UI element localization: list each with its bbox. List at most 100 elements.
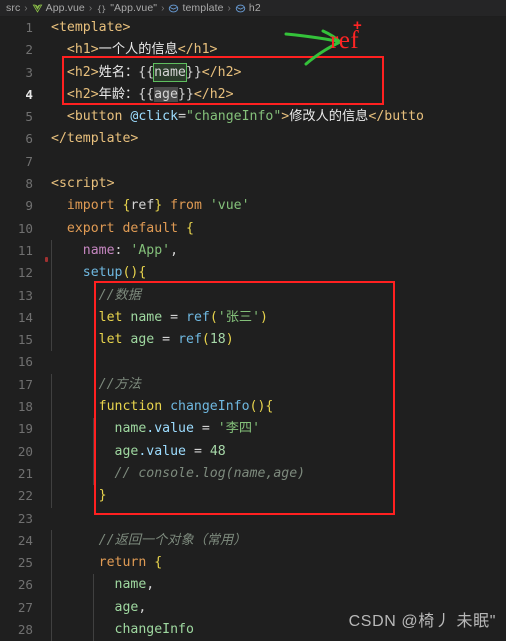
code-line-5[interactable]: 5 <button @click="changeInfo">修改人的信息</bu… — [0, 106, 506, 128]
line-number: 21 — [17, 465, 33, 481]
code-content[interactable]: <script> — [51, 173, 506, 195]
code-line-13[interactable]: 13 //数据 — [0, 284, 506, 307]
code-line-3[interactable]: 3 <h2>姓名：{{name}}</h2> — [0, 62, 506, 84]
indent-guide — [51, 529, 52, 553]
token-template-close: </template> — [51, 131, 139, 147]
code-line-24[interactable]: 24 //返回一个对象（常用） — [0, 529, 506, 553]
token-button-text: 修改人的信息 — [289, 109, 369, 125]
code-line-20[interactable]: 20 age.value = 48 — [0, 440, 506, 463]
code-line-9[interactable]: 9 import {ref} from 'vue' — [0, 195, 506, 217]
token-binding-age[interactable]: age — [154, 86, 178, 102]
code-line-4[interactable]: 4 <h2>年龄：{{age}}</h2> — [0, 84, 506, 106]
breadcrumb-separator: › — [161, 2, 165, 14]
code-line-2[interactable]: 2 <h1>一个人的信息</h1> — [0, 39, 506, 61]
token-function-kw: function — [98, 399, 163, 415]
code-content[interactable]: } — [51, 485, 506, 508]
line-number: 22 — [17, 488, 33, 504]
code-line-18[interactable]: 18 function changeInfo(){ — [0, 396, 506, 419]
breadcrumb-separator: › — [227, 2, 231, 14]
breadcrumb-item-h2[interactable]: h2 — [235, 2, 261, 14]
breadcrumb-item-appvue-symbol[interactable]: {} "App.vue" — [96, 2, 157, 14]
code-content[interactable]: //数据 — [51, 284, 506, 307]
token-label-name: 姓名： — [98, 64, 139, 80]
token-number-18: 18 — [209, 332, 226, 348]
code-content[interactable]: return { — [51, 552, 506, 575]
token-paren-close: ) — [260, 309, 268, 325]
code-line-25[interactable]: 25 return { — [0, 552, 506, 575]
line-number: 23 — [17, 510, 33, 526]
code-content[interactable]: name: 'App', — [51, 239, 506, 263]
symbol-cube-icon — [235, 3, 246, 14]
code-line-14[interactable]: 14 let name = ref('张三') — [0, 306, 506, 330]
line-number: 9 — [25, 198, 33, 214]
token-import: import — [66, 198, 115, 214]
code-content[interactable]: <template> — [51, 17, 506, 39]
code-content[interactable]: import {ref} from 'vue' — [51, 195, 506, 217]
code-line-23[interactable]: 23 — [0, 508, 506, 530]
code-line-26[interactable]: 26 name, — [0, 574, 506, 597]
code-content[interactable]: let age = ref(18) — [51, 329, 506, 352]
token-h2-open: <h2> — [66, 64, 99, 80]
token-binding-name[interactable]: name — [153, 62, 187, 82]
code-content[interactable]: <button @click="changeInfo">修改人的信息</butt… — [51, 106, 506, 128]
code-line-16[interactable]: 16 — [0, 351, 506, 373]
line-number: 3 — [25, 64, 33, 80]
code-content[interactable]: <h1>一个人的信息</h1> — [51, 39, 506, 61]
code-content[interactable]: <h2>姓名：{{name}}</h2> — [51, 62, 506, 84]
token-button-open: <button — [66, 109, 131, 125]
token-var-name: name — [122, 309, 171, 325]
code-content[interactable]: name.value = '李四' — [51, 418, 506, 441]
token-comment-method: //方法 — [98, 376, 141, 392]
code-content[interactable]: name, — [51, 574, 506, 597]
token-app-value: 'App' — [130, 242, 171, 258]
token-h1-text: 一个人的信息 — [98, 42, 178, 58]
token-comma: , — [138, 599, 147, 615]
code-content[interactable]: function changeInfo(){ — [51, 396, 506, 419]
code-line-22[interactable]: 22 } — [0, 485, 506, 508]
symbol-cube-icon — [168, 3, 179, 14]
token-setup-fn: setup — [82, 265, 123, 281]
code-content[interactable]: let name = ref('张三') — [51, 306, 506, 330]
token-ref-call: ref — [178, 332, 202, 348]
code-lines[interactable]: 1 <template> 2 <h1>一个人的信息</h1> 3 <h2>姓名：… — [0, 17, 506, 641]
code-line-1[interactable]: 1 <template> — [0, 17, 506, 39]
code-content[interactable]: export default { — [51, 218, 506, 240]
code-line-12[interactable]: 12 setup(){ — [0, 262, 506, 285]
code-content[interactable]: <h2>年龄：{{age}}</h2> — [51, 84, 506, 106]
breadcrumb-label-h2: h2 — [248, 2, 261, 14]
breadcrumb-item-template[interactable]: template — [168, 2, 223, 14]
token-h2-open: <h2> — [66, 86, 99, 102]
token-var-age: age — [122, 332, 163, 348]
breadcrumb-item-src[interactable]: src — [6, 2, 20, 14]
code-line-7[interactable]: 7 — [0, 151, 506, 173]
code-content[interactable]: //返回一个对象（常用） — [51, 529, 506, 553]
breadcrumb-item-appvue[interactable]: App.vue — [32, 2, 85, 14]
token-comma: , — [146, 577, 155, 593]
line-number: 18 — [17, 399, 33, 415]
line-number: 19 — [17, 421, 33, 437]
code-line-11[interactable]: 11 name: 'App', — [0, 239, 506, 263]
line-number: 2 — [25, 42, 33, 58]
code-line-17[interactable]: 17 //方法 — [0, 373, 506, 397]
code-content[interactable]: // console.log(name,age) — [51, 462, 506, 486]
code-line-6[interactable]: 6 </template> — [0, 128, 506, 150]
code-line-19[interactable]: 19 name.value = '李四' — [0, 418, 506, 441]
code-editor[interactable]: 1 <template> 2 <h1>一个人的信息</h1> 3 <h2>姓名：… — [0, 17, 506, 641]
breadcrumb[interactable]: src › App.vue › {} "App.vue" › template … — [0, 0, 506, 17]
code-line-15[interactable]: 15 let age = ref(18) — [0, 329, 506, 352]
token-value-prop: .value — [138, 443, 186, 459]
token-zhangsan: '张三' — [217, 309, 261, 325]
token-age-ref: age — [114, 443, 139, 459]
code-line-21[interactable]: 21 // console.log(name,age) — [0, 462, 506, 486]
code-content[interactable]: setup(){ — [51, 262, 506, 285]
indent-guide — [51, 396, 52, 419]
code-line-10[interactable]: 10 export default { — [0, 218, 506, 240]
code-content[interactable]: age.value = 48 — [51, 440, 506, 463]
indent-guide — [93, 574, 94, 597]
indent-guide — [51, 262, 52, 285]
token-script-open: <script> — [51, 176, 115, 192]
code-content[interactable]: </template> — [51, 128, 506, 150]
code-content[interactable]: //方法 — [51, 373, 506, 397]
indent-guide — [51, 418, 52, 441]
code-line-8[interactable]: 8 <script> — [0, 173, 506, 195]
